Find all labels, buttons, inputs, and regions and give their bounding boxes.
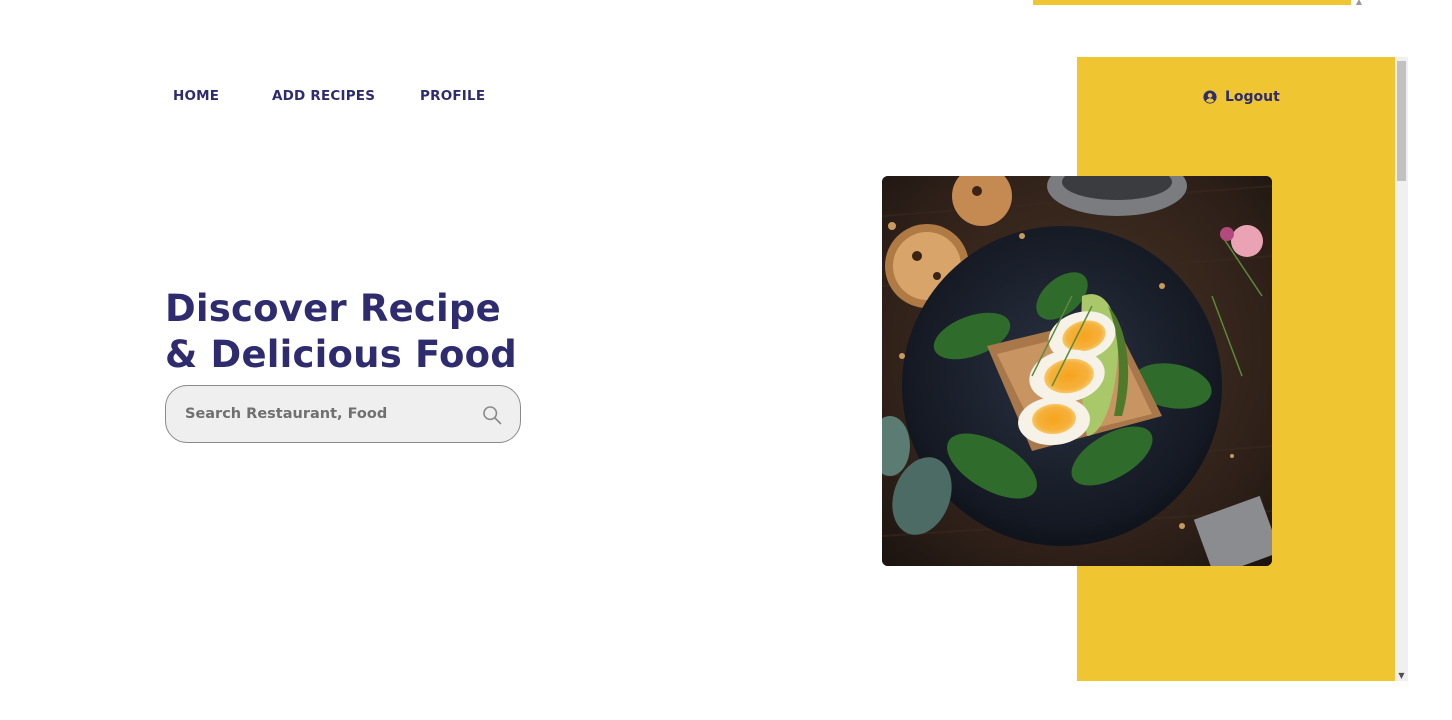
hero-title: Discover Recipe & Delicious Food <box>165 286 517 378</box>
nav-add-recipes-link[interactable]: ADD RECIPES <box>272 88 375 104</box>
search-icon[interactable] <box>482 405 502 425</box>
logout-label: Logout <box>1225 89 1280 105</box>
hero-title-line-1: Discover Recipe <box>165 287 501 330</box>
logout-button[interactable]: Logout <box>1203 89 1280 105</box>
search-bar <box>165 385 521 443</box>
previous-section-strip <box>1033 0 1351 5</box>
user-circle-icon <box>1203 90 1217 104</box>
scroll-up-arrow-icon[interactable]: ▲ <box>1354 0 1364 6</box>
nav-profile-link[interactable]: PROFILE <box>420 88 485 104</box>
vertical-scrollbar[interactable]: ▼ <box>1395 57 1408 681</box>
page: ▲ HOME ADD RECIPES PROFILE Logout ▼ Disc… <box>0 0 1452 720</box>
food-photo-illustration <box>882 176 1272 566</box>
search-input[interactable] <box>185 386 465 442</box>
scrollbar-thumb[interactable] <box>1397 61 1406 181</box>
nav-home-link[interactable]: HOME <box>173 88 219 104</box>
hero-title-line-2: & Delicious Food <box>165 333 517 376</box>
scroll-down-arrow-icon[interactable]: ▼ <box>1395 671 1408 681</box>
food-photo <box>882 176 1272 566</box>
